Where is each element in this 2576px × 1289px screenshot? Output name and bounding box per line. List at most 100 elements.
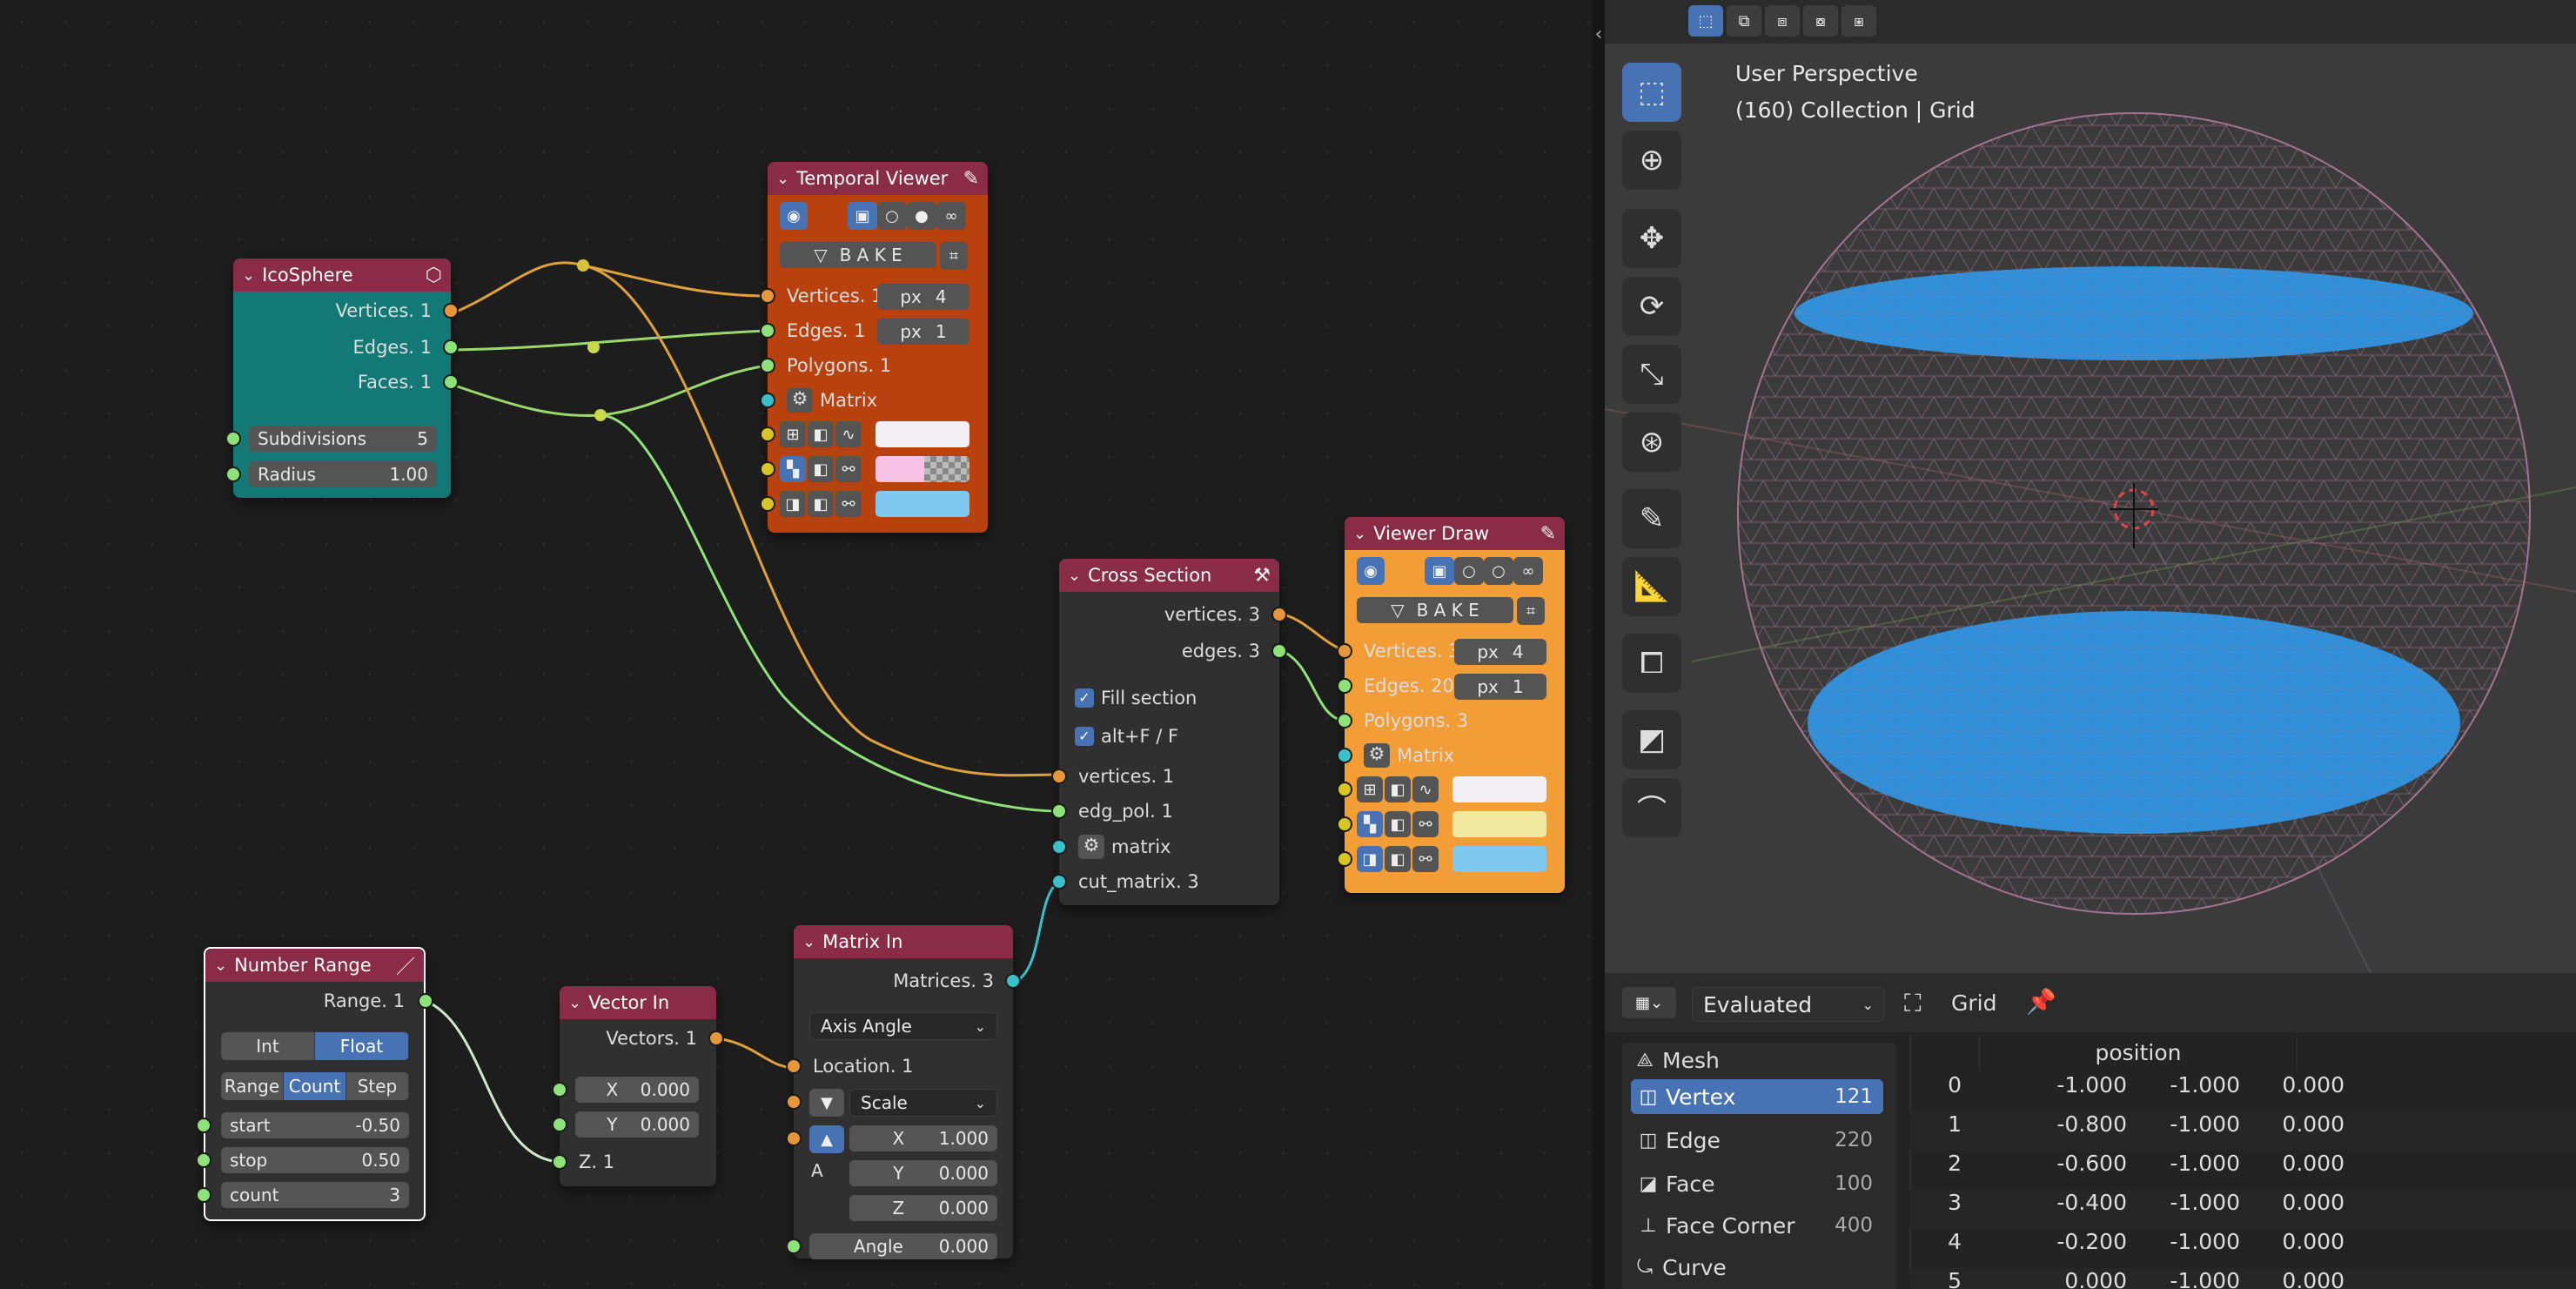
socket-edges-in[interactable]: [760, 323, 775, 339]
shear-tool-icon[interactable]: ◩: [1622, 710, 1681, 769]
domain-face-corner[interactable]: ⊥ Face Corner 400: [1631, 1208, 1883, 1243]
cross-section-header[interactable]: ⌄ Cross Section ⚒: [1059, 559, 1279, 592]
collapse-chevron-icon[interactable]: ⌄: [1353, 525, 1366, 543]
temporal-viewer-header[interactable]: ⌄ Temporal Viewer ✎: [768, 162, 988, 195]
vertex-display-icon[interactable]: ⊞: [1357, 776, 1383, 802]
socket-vertices-in[interactable]: [1337, 643, 1352, 659]
annotate-tool-icon[interactable]: ✎: [1622, 489, 1681, 548]
collapse-chevron-icon[interactable]: ⌄: [802, 933, 815, 951]
socket-angle-in[interactable]: [786, 1239, 802, 1254]
matrix-in-node[interactable]: ⌄ Matrix In Matrices. 3 Axis Angle ⌄ Locat…: [786, 925, 1021, 1259]
range-option[interactable]: Range: [221, 1072, 284, 1100]
number-range-node[interactable]: ⌄ Number Range ／ Range. 1 Int Float Range Co…: [196, 947, 433, 1221]
subdivisions-field[interactable]: Subdivisions 5: [249, 426, 437, 452]
face-display-icon[interactable]: ◨: [1357, 846, 1383, 872]
area-divider[interactable]: ‹: [1593, 0, 1605, 1289]
shading-icon[interactable]: ◧: [1385, 776, 1411, 802]
chevron-left-icon[interactable]: ‹: [1593, 25, 1605, 44]
vert-size-field[interactable]: px 4: [1454, 639, 1546, 665]
edge-display-icon[interactable]: ▚: [1357, 811, 1383, 837]
domain-curve[interactable]: ⤿ Curve: [1627, 1250, 1880, 1285]
mode-dropdown[interactable]: Axis Angle ⌄: [809, 1012, 997, 1040]
face-color-swatch[interactable]: [875, 491, 969, 517]
socket-matrices-out[interactable]: [1005, 973, 1021, 989]
sphere-toggle-icon[interactable]: ●: [907, 202, 936, 230]
count-option[interactable]: Count: [284, 1072, 346, 1100]
viewer-draw-header[interactable]: ⌄ Viewer Draw ✎: [1345, 517, 1565, 550]
tree-icon[interactable]: ⚯: [1412, 846, 1439, 872]
socket-fcolor-in[interactable]: [1337, 851, 1352, 867]
pin-icon[interactable]: 📌: [2026, 987, 2056, 1016]
edge-size-field[interactable]: px 1: [877, 319, 969, 345]
domain-edge[interactable]: ◫ Edge 220: [1631, 1123, 1883, 1158]
int-float-toggle[interactable]: Int Float: [221, 1032, 409, 1060]
y-field[interactable]: Y 0.000: [575, 1111, 699, 1138]
node-editor[interactable]: ⌄ IcoSphere ⬡ Vertices. 1 Edges. 1 Faces. …: [0, 0, 1593, 1289]
bake-button[interactable]: ▽ B A K E: [1357, 597, 1513, 623]
evaluated-dropdown[interactable]: Evaluated ⌄: [1692, 987, 1885, 1022]
stop-field[interactable]: stop 0.50: [221, 1147, 409, 1173]
eye-icon[interactable]: ◉: [1357, 557, 1385, 585]
vert-size-field[interactable]: px 4: [877, 284, 969, 310]
face-color-swatch[interactable]: [1452, 846, 1546, 872]
scale-dropdown[interactable]: Scale ⌄: [849, 1089, 997, 1117]
transform-tool-icon[interactable]: ⊛: [1622, 413, 1681, 472]
socket-edges-out[interactable]: [1271, 643, 1287, 659]
link-toggle-icon[interactable]: ∞: [1513, 557, 1543, 585]
socket-matrix-in[interactable]: [760, 393, 775, 408]
socket-polygons-in[interactable]: [1337, 713, 1352, 728]
shading-icon[interactable]: ◧: [808, 456, 834, 482]
cross-section-node[interactable]: ⌄ Cross Section ⚒ vertices. 3 edges. 3 ✓ Fi…: [1051, 559, 1287, 905]
spreadsheet-editor[interactable]: ▦⌄ Evaluated ⌄ ⛶ Grid 📌 ⟁ Mesh ◫ Vertex 121 …: [1605, 973, 2576, 1289]
socket-vertices-in[interactable]: [1051, 769, 1067, 784]
editor-type-icon[interactable]: ▦⌄: [1622, 987, 1676, 1018]
collapse-chevron-icon[interactable]: ⌄: [214, 957, 227, 975]
tree-icon[interactable]: ⚯: [835, 491, 862, 517]
bend-tool-icon[interactable]: ⌒: [1622, 778, 1681, 837]
column-header-position[interactable]: position: [1979, 1036, 2298, 1071]
socket-vertices-out[interactable]: [1271, 607, 1287, 622]
collapse-chevron-icon[interactable]: ⌄: [1068, 567, 1081, 585]
axis-y-field[interactable]: Y 0.000: [849, 1160, 997, 1186]
socket-scale-in[interactable]: [786, 1094, 802, 1110]
bake-button[interactable]: ▽ B A K E: [780, 242, 936, 268]
number-range-header[interactable]: ⌄ Number Range ／: [205, 949, 424, 982]
socket-rotation-in[interactable]: [786, 1131, 802, 1146]
socket-location-in[interactable]: [786, 1058, 802, 1074]
tree-icon[interactable]: ⚯: [1412, 811, 1439, 837]
socket-y-in[interactable]: [552, 1117, 567, 1132]
curve-icon[interactable]: ∿: [835, 421, 862, 447]
shading-icon[interactable]: ◧: [1385, 811, 1411, 837]
x-field[interactable]: X 0.000: [575, 1077, 699, 1103]
count-field[interactable]: count 3: [221, 1182, 409, 1208]
icosphere-node[interactable]: ⌄ IcoSphere ⬡ Vertices. 1 Edges. 1 Faces. …: [225, 258, 459, 498]
step-option[interactable]: Step: [346, 1072, 409, 1100]
eye-icon[interactable]: ◉: [780, 202, 808, 230]
domain-mesh[interactable]: ⟁ Mesh: [1627, 1043, 1880, 1078]
socket-vertices-in[interactable]: [760, 288, 775, 304]
range-mode-toggle[interactable]: Range Count Step: [221, 1072, 409, 1100]
edge-color-swatch[interactable]: [1452, 811, 1546, 837]
socket-faces-out[interactable]: [443, 374, 459, 390]
socket-x-in[interactable]: [552, 1082, 567, 1098]
alt-f-checkbox[interactable]: ✓ alt+F / F: [1059, 721, 1279, 752]
socket-cutmatrix-in[interactable]: [1051, 874, 1067, 890]
fit-icon[interactable]: ⌗: [1517, 597, 1545, 625]
tree-icon[interactable]: ⚯: [835, 456, 862, 482]
display-mode-icon[interactable]: ▣: [1425, 557, 1454, 585]
socket-vcolor-in[interactable]: [760, 426, 775, 442]
socket-edges-in[interactable]: [1337, 678, 1352, 694]
vector-in-header[interactable]: ⌄ Vector In: [560, 986, 716, 1019]
socket-count-in[interactable]: [196, 1187, 211, 1203]
socket-edges-out[interactable]: [443, 339, 459, 355]
socket-radius-in[interactable]: [225, 467, 241, 482]
float-option[interactable]: Float: [315, 1032, 409, 1060]
edge-size-field[interactable]: px 1: [1454, 674, 1546, 700]
viewer-draw-node[interactable]: ⌄ Viewer Draw ✎ ◉ ▣ ○ ○ ∞ ▽ B A K E ⌗ Verti…: [1337, 517, 1565, 893]
socket-subdivisions-in[interactable]: [225, 431, 241, 446]
collapse-chevron-icon[interactable]: ⌄: [776, 170, 789, 188]
collapse-chevron-icon[interactable]: ⌄: [242, 266, 255, 285]
temporal-viewer-node[interactable]: ⌄ Temporal Viewer ✎ ◉ ▣ ○ ● ∞ ▽ B A K E ⌗ V…: [760, 162, 988, 533]
domain-vertex[interactable]: ◫ Vertex 121: [1631, 1079, 1883, 1114]
vertex-display-icon[interactable]: ⊞: [780, 421, 806, 447]
